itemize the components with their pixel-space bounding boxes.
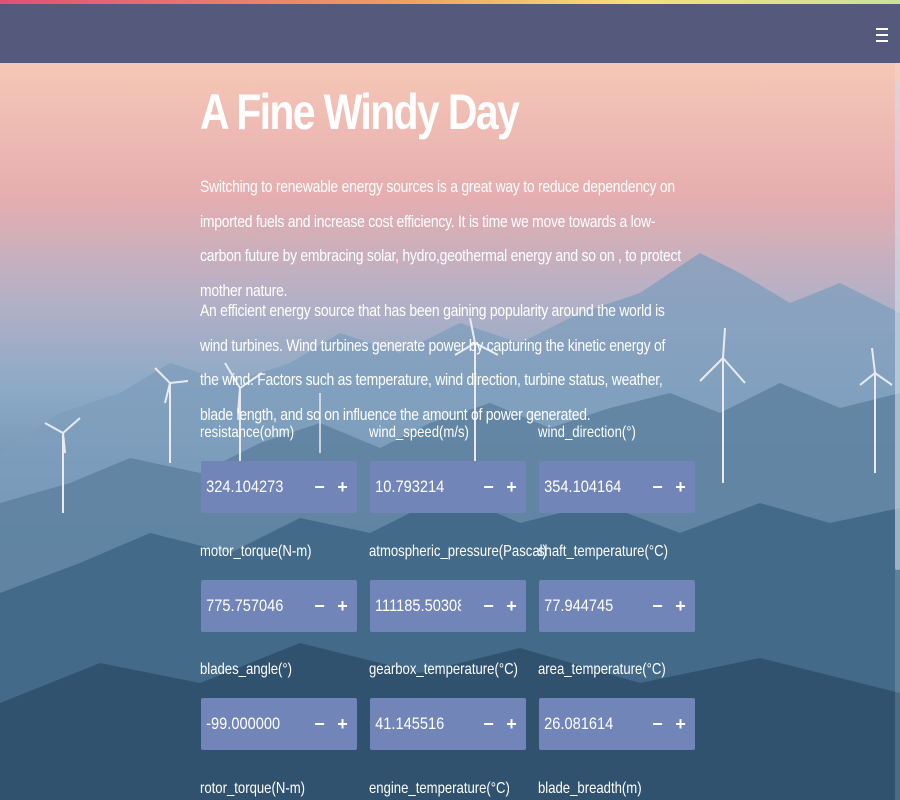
decrement-button[interactable]: − <box>309 461 330 513</box>
area-temperature-label: area_temperature(°C) <box>538 661 666 678</box>
page: A Fine Windy Day Switching to renewable … <box>0 0 900 800</box>
top-navbar <box>0 4 900 63</box>
atmospheric-pressure-input[interactable] <box>370 595 463 617</box>
wind-direction-input[interactable] <box>539 476 632 498</box>
blades-angle-label: blades_angle(°) <box>200 661 293 678</box>
motor-torque-field: − + <box>201 580 357 632</box>
shaft-temperature-field: − + <box>539 580 695 632</box>
increment-button[interactable]: + <box>501 580 522 632</box>
wind-direction-field: − + <box>539 461 695 513</box>
area-temperature-field: − + <box>539 698 695 750</box>
gearbox-temperature-input[interactable] <box>370 713 463 735</box>
decrement-button[interactable]: − <box>647 461 668 513</box>
decrement-button[interactable]: − <box>309 698 330 750</box>
blades-angle-input[interactable] <box>201 713 294 735</box>
wind-speed-field: − + <box>370 461 526 513</box>
increment-button[interactable]: + <box>670 698 691 750</box>
wind-turbine-paragraph: An efficient energy source that has been… <box>200 301 666 424</box>
shaft-temperature-input[interactable] <box>539 595 632 617</box>
decrement-button[interactable]: − <box>478 698 499 750</box>
shaft-temperature-label: shaft_temperature(°C) <box>538 543 668 560</box>
resistance-input[interactable] <box>201 476 294 498</box>
wind-direction-label: wind_direction(°) <box>538 424 636 441</box>
motor-torque-label: motor_torque(N-m) <box>200 543 312 560</box>
increment-button[interactable]: + <box>332 461 353 513</box>
decrement-button[interactable]: − <box>309 580 330 632</box>
blade-breadth-label: blade_breadth(m) <box>538 780 642 797</box>
increment-button[interactable]: + <box>501 698 522 750</box>
engine-temperature-label: engine_temperature(°C) <box>369 780 510 797</box>
area-temperature-input[interactable] <box>539 713 632 735</box>
page-title: A Fine Windy Day <box>200 84 520 140</box>
decrement-button[interactable]: − <box>478 580 499 632</box>
increment-button[interactable]: + <box>670 461 691 513</box>
increment-button[interactable]: + <box>332 580 353 632</box>
gearbox-temperature-label: gearbox_temperature(°C) <box>369 661 518 678</box>
rotor-torque-label: rotor_torque(N-m) <box>200 780 305 797</box>
intro-paragraph: Switching to renewable energy sources is… <box>200 177 681 300</box>
scrollbar-thumb[interactable] <box>895 80 900 570</box>
atmospheric-pressure-field: − + <box>370 580 526 632</box>
decrement-button[interactable]: − <box>478 461 499 513</box>
increment-button[interactable]: + <box>501 461 522 513</box>
wind-speed-input[interactable] <box>370 476 463 498</box>
decrement-button[interactable]: − <box>647 698 668 750</box>
increment-button[interactable]: + <box>332 698 353 750</box>
hamburger-menu-icon[interactable] <box>876 28 888 42</box>
increment-button[interactable]: + <box>670 580 691 632</box>
resistance-field: − + <box>201 461 357 513</box>
decrement-button[interactable]: − <box>647 580 668 632</box>
gearbox-temperature-field: − + <box>370 698 526 750</box>
motor-torque-input[interactable] <box>201 595 294 617</box>
resistance-label: resistance(ohm) <box>200 424 295 441</box>
blades-angle-field: − + <box>201 698 357 750</box>
wind-speed-label: wind_speed(m/s) <box>369 424 469 441</box>
atmospheric-pressure-label: atmospheric_pressure(Pascal) <box>369 543 547 560</box>
